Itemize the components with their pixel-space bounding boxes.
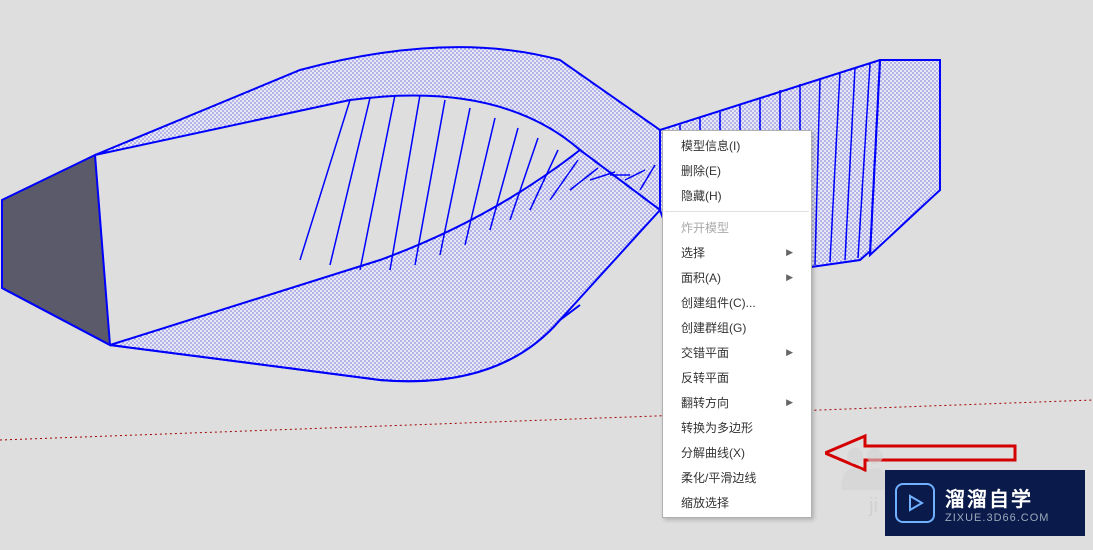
watermark-url: ZIXUE.3D66.COM xyxy=(945,512,1049,524)
menu-item-label: 面积(A) xyxy=(681,269,721,286)
menu-explode-curve[interactable]: 分解曲线(X) xyxy=(663,440,811,465)
menu-soften-smooth[interactable]: 柔化/平滑边线 xyxy=(663,465,811,490)
menu-explode: 炸开模型 xyxy=(663,215,811,240)
menu-flip-along[interactable]: 翻转方向 ▶ xyxy=(663,390,811,415)
chevron-right-icon: ▶ xyxy=(786,272,793,283)
watermark: 溜溜自学 ZIXUE.3D66.COM xyxy=(885,470,1085,536)
menu-item-label: 柔化/平滑边线 xyxy=(681,469,756,486)
menu-item-label: 交错平面 xyxy=(681,344,729,361)
menu-delete[interactable]: 删除(E) xyxy=(663,158,811,183)
menu-item-label: 翻转方向 xyxy=(681,394,729,411)
menu-divider xyxy=(665,211,809,212)
menu-item-label: 选择 xyxy=(681,244,705,261)
menu-area[interactable]: 面积(A) ▶ xyxy=(663,265,811,290)
menu-make-component[interactable]: 创建组件(C)... xyxy=(663,290,811,315)
menu-item-label: 反转平面 xyxy=(681,369,729,386)
menu-item-label: 缩放选择 xyxy=(681,494,729,511)
menu-zoom-selection[interactable]: 缩放选择 xyxy=(663,490,811,515)
chevron-right-icon: ▶ xyxy=(786,397,793,408)
menu-item-label: 分解曲线(X) xyxy=(681,444,745,461)
menu-model-info[interactable]: 模型信息(I) xyxy=(663,133,811,158)
menu-item-label: 隐藏(H) xyxy=(681,187,722,204)
menu-reverse-faces[interactable]: 反转平面 xyxy=(663,365,811,390)
chevron-right-icon: ▶ xyxy=(786,347,793,358)
menu-select[interactable]: 选择 ▶ xyxy=(663,240,811,265)
menu-make-group[interactable]: 创建群组(G) xyxy=(663,315,811,340)
viewport-canvas[interactable] xyxy=(0,0,1093,550)
ghost-text: ji xyxy=(869,495,878,518)
menu-convert-polygon[interactable]: 转换为多边形 xyxy=(663,415,811,440)
play-icon xyxy=(895,483,935,523)
menu-intersect-faces[interactable]: 交错平面 ▶ xyxy=(663,340,811,365)
chevron-right-icon: ▶ xyxy=(786,247,793,258)
menu-item-label: 炸开模型 xyxy=(681,219,729,236)
menu-item-label: 创建组件(C)... xyxy=(681,294,756,311)
menu-item-label: 创建群组(G) xyxy=(681,319,746,336)
menu-hide[interactable]: 隐藏(H) xyxy=(663,183,811,208)
menu-item-label: 删除(E) xyxy=(681,162,721,179)
watermark-title: 溜溜自学 xyxy=(945,483,1049,512)
menu-item-label: 转换为多边形 xyxy=(681,419,753,436)
menu-item-label: 模型信息(I) xyxy=(681,137,740,154)
context-menu: 模型信息(I) 删除(E) 隐藏(H) 炸开模型 选择 ▶ 面积(A) ▶ 创建… xyxy=(662,130,812,518)
